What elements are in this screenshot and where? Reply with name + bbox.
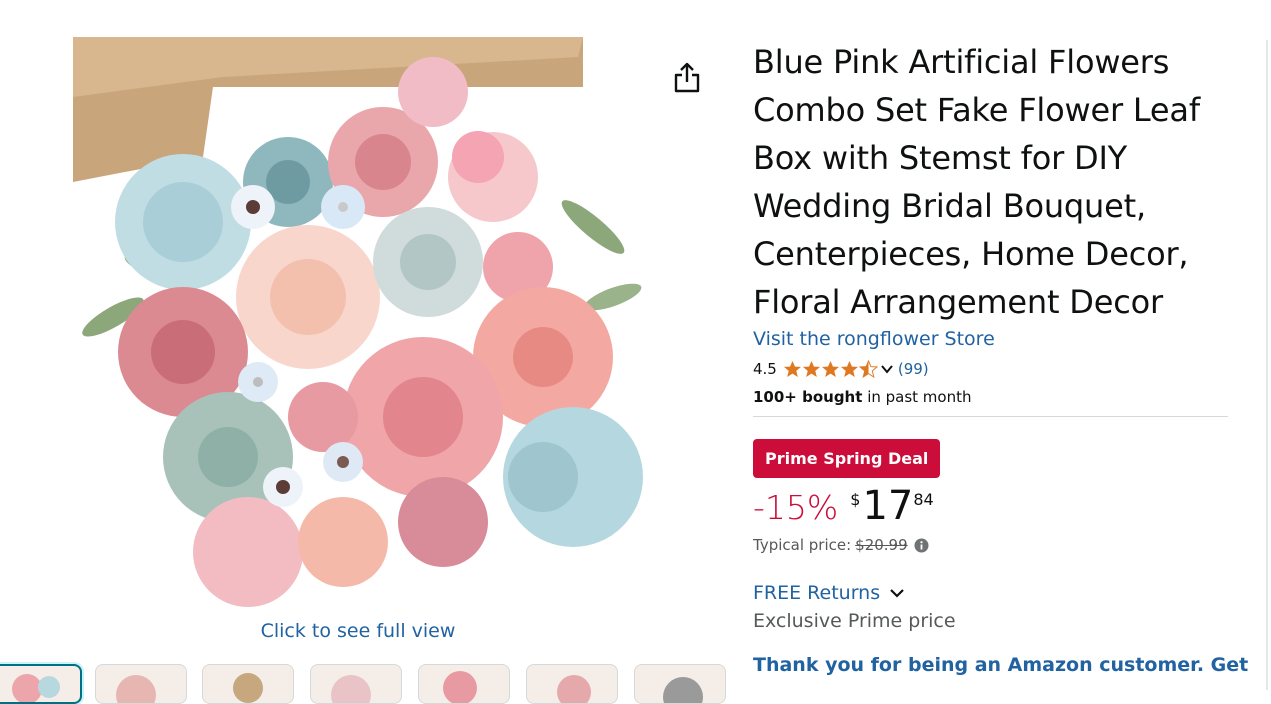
full-view-link[interactable]: Click to see full view <box>200 620 516 642</box>
rating-row: 4.5 (99) <box>753 358 1233 380</box>
bought-count-rest: in past month <box>862 388 972 406</box>
chevron-down-icon <box>890 589 904 598</box>
bought-count: 100+ bought in past month <box>753 388 1233 406</box>
price-whole: 17 <box>862 483 914 529</box>
thumbnail-5[interactable] <box>418 664 510 704</box>
deal-badge: Prime Spring Deal <box>753 439 941 478</box>
discount-percent: -15% <box>753 488 839 527</box>
product-title: Blue Pink Artificial Flowers Combo Set F… <box>753 43 1200 321</box>
star-full-icon <box>783 360 801 378</box>
price-row: -15% $ 17 84 <box>753 482 1233 530</box>
info-icon[interactable] <box>914 538 929 553</box>
divider <box>753 416 1228 417</box>
typical-price-label: Typical price: <box>753 536 852 554</box>
star-full-icon <box>802 360 820 378</box>
bought-count-bold: 100+ bought <box>753 388 863 406</box>
product-info: Blue Pink Artificial Flowers Combo Set F… <box>753 38 1248 676</box>
scrollbar-edge <box>1266 40 1268 690</box>
share-icon <box>674 62 700 93</box>
thumbnail-1[interactable] <box>0 664 82 704</box>
thumbnail-2[interactable] <box>95 664 187 704</box>
review-count-link[interactable]: (99) <box>898 360 929 378</box>
promo-link[interactable]: Thank you for being an Amazon customer. … <box>753 654 1248 676</box>
typical-price-row: Typical price: $20.99 <box>753 536 1233 554</box>
price-currency: $ <box>850 490 861 509</box>
thumbnail-7[interactable] <box>634 664 726 704</box>
flower-bouquet-image <box>73 37 643 607</box>
chevron-down-icon[interactable] <box>880 362 894 376</box>
typical-price-value: $20.99 <box>855 536 908 554</box>
star-half-icon <box>858 360 878 378</box>
thumbnail-4[interactable] <box>310 664 402 704</box>
thumbnail-6[interactable] <box>526 664 618 704</box>
star-full-icon <box>840 360 858 378</box>
thumbnail-3[interactable] <box>202 664 294 704</box>
product-main-image[interactable] <box>73 37 643 607</box>
free-returns-label: FREE Returns <box>753 582 881 604</box>
store-link[interactable]: Visit the rongflower Store <box>753 328 1233 350</box>
exclusive-price-note: Exclusive Prime price <box>753 610 956 632</box>
free-returns-link[interactable]: FREE Returns <box>753 582 1233 604</box>
star-rating[interactable] <box>783 360 878 378</box>
star-full-icon <box>821 360 839 378</box>
rating-number[interactable]: 4.5 <box>753 360 777 378</box>
share-button[interactable] <box>671 60 703 96</box>
price-fraction: 84 <box>913 490 934 509</box>
